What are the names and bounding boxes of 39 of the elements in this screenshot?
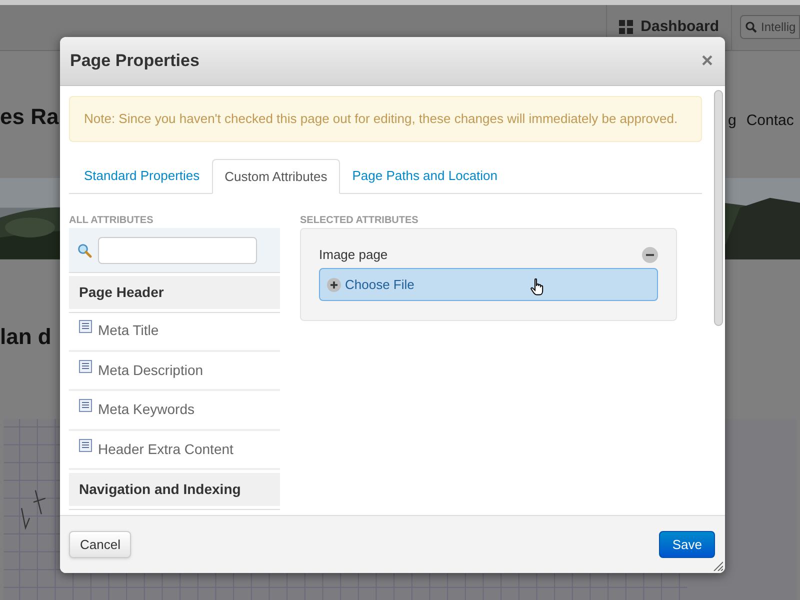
dashboard-icon bbox=[618, 20, 633, 34]
text-field-icon bbox=[79, 399, 92, 412]
search-icon bbox=[77, 242, 92, 258]
note-alert: Note: Since you haven't checked this page out for editing, these changes will immediately be approved. bbox=[69, 96, 702, 142]
page-heading: lan d bbox=[0, 322, 52, 351]
search-icon bbox=[745, 21, 757, 34]
plus-icon bbox=[327, 278, 341, 292]
dialog-title: Page Properties bbox=[70, 50, 200, 72]
tab[interactable]: Page Paths and Location bbox=[340, 158, 510, 193]
attribute-label: Image page bbox=[319, 246, 388, 264]
group-header: Navigation and Indexing bbox=[69, 473, 280, 509]
attribute-item[interactable]: Meta Description bbox=[98, 360, 204, 381]
choose-file-link[interactable]: Choose File bbox=[345, 274, 414, 294]
site-title: es Ra bbox=[0, 103, 59, 132]
text-field-icon bbox=[79, 320, 92, 334]
remove-icon[interactable] bbox=[642, 247, 658, 263]
close-button[interactable]: × bbox=[701, 51, 715, 71]
attribute-item[interactable]: Header Extra Content bbox=[98, 438, 234, 460]
attribute-item[interactable]: Meta Title bbox=[98, 320, 159, 342]
save-button[interactable]: Save bbox=[659, 531, 715, 558]
nav-link[interactable]: g bbox=[728, 110, 736, 132]
scrollbar-thumb[interactable] bbox=[714, 90, 722, 326]
search-field[interactable]: Intellig bbox=[740, 15, 800, 40]
tab[interactable]: Standard Properties bbox=[72, 158, 212, 193]
section-heading: SELECTED ATTRIBUTES bbox=[300, 215, 420, 228]
group-header: Page Header bbox=[69, 276, 280, 312]
filter-field[interactable] bbox=[98, 236, 257, 264]
nav-link[interactable]: Contac bbox=[746, 110, 794, 132]
cancel-button[interactable]: Cancel bbox=[69, 531, 132, 558]
resize-handle-icon[interactable] bbox=[713, 561, 723, 571]
dashboard-link[interactable]: Dashboard bbox=[640, 16, 719, 38]
text-field-icon bbox=[79, 438, 92, 452]
section-heading: ALL ATTRIBUTES bbox=[69, 215, 154, 228]
file-picker[interactable]: Choose File bbox=[319, 268, 658, 301]
tab[interactable]: Custom Attributes bbox=[212, 159, 340, 194]
hand-cursor-icon bbox=[530, 278, 546, 296]
attribute-item[interactable]: Meta Keywords bbox=[98, 399, 194, 420]
search-input[interactable]: Intellig bbox=[761, 18, 799, 36]
text-field-icon bbox=[79, 360, 92, 373]
